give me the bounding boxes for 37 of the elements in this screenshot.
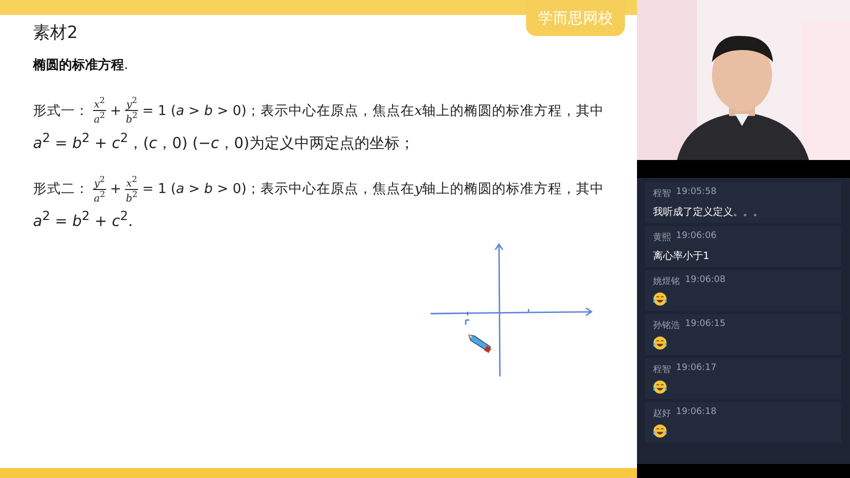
message-text: 离心率小于1 — [653, 250, 710, 263]
formula-text: = 1 (a > b > 0)；表示中心在原点，焦点在 — [142, 102, 414, 120]
variable: y — [414, 181, 422, 198]
laughing-emoji-icon — [653, 380, 667, 394]
message-text: 我听成了定义定义。。。 — [653, 206, 764, 219]
message-time: 19:06:17 — [676, 363, 716, 375]
fraction: y$^{2}$ a$^{2}$ — [93, 174, 106, 204]
message-time: 19:05:58 — [676, 187, 716, 199]
formula-text: 形式一： — [33, 102, 89, 120]
message-time: 19:06:06 — [676, 231, 716, 243]
formula-text: + — [110, 102, 122, 119]
sender-name: 赵好 — [653, 408, 671, 420]
slide-heading: 椭圆的标准方程. — [33, 56, 130, 74]
sender-name: 程智 — [653, 364, 671, 376]
laughing-emoji-icon — [653, 336, 667, 350]
message-time: 19:06:15 — [685, 319, 726, 331]
sender-name: 程智 — [653, 188, 671, 200]
formula-text: + — [110, 181, 122, 198]
sender-name: 黄熙 — [653, 232, 671, 244]
laughing-emoji-icon — [653, 292, 667, 306]
formula-text: a$^{2}$ = b$^{2}$ + c$^{2}$. — [33, 208, 134, 230]
fraction: y$^{2}$ b$^{2}$ — [125, 96, 138, 126]
fraction: x$^{2}$ b$^{2}$ — [125, 174, 138, 204]
laughing-emoji-icon — [653, 424, 667, 438]
formula-text: 形式二： — [33, 180, 89, 198]
message-time: 19:06:08 — [685, 275, 726, 287]
formula-text: 轴上的椭圆的标准方程，其中 — [422, 180, 604, 198]
pencil-icon — [467, 333, 494, 355]
slide-title: 素材2 — [33, 22, 79, 44]
variable: x — [414, 102, 422, 119]
sender-name: 孙铭浩 — [653, 320, 680, 332]
formula-text: 轴上的椭圆的标准方程，其中 — [422, 102, 604, 120]
message-time: 19:06:18 — [676, 407, 716, 419]
formula-text: a$^{2}$ = b$^{2}$ + c$^{2}$，(c，0) (−c，0)为定义中两定点的坐标； — [33, 130, 416, 153]
formula-text: = 1 (a > b > 0)；表示中心在原点，焦点在 — [142, 180, 414, 198]
fraction: x$^{2}$ a$^{2}$ — [93, 96, 106, 126]
sender-name: 姚煜铭 — [653, 276, 680, 288]
